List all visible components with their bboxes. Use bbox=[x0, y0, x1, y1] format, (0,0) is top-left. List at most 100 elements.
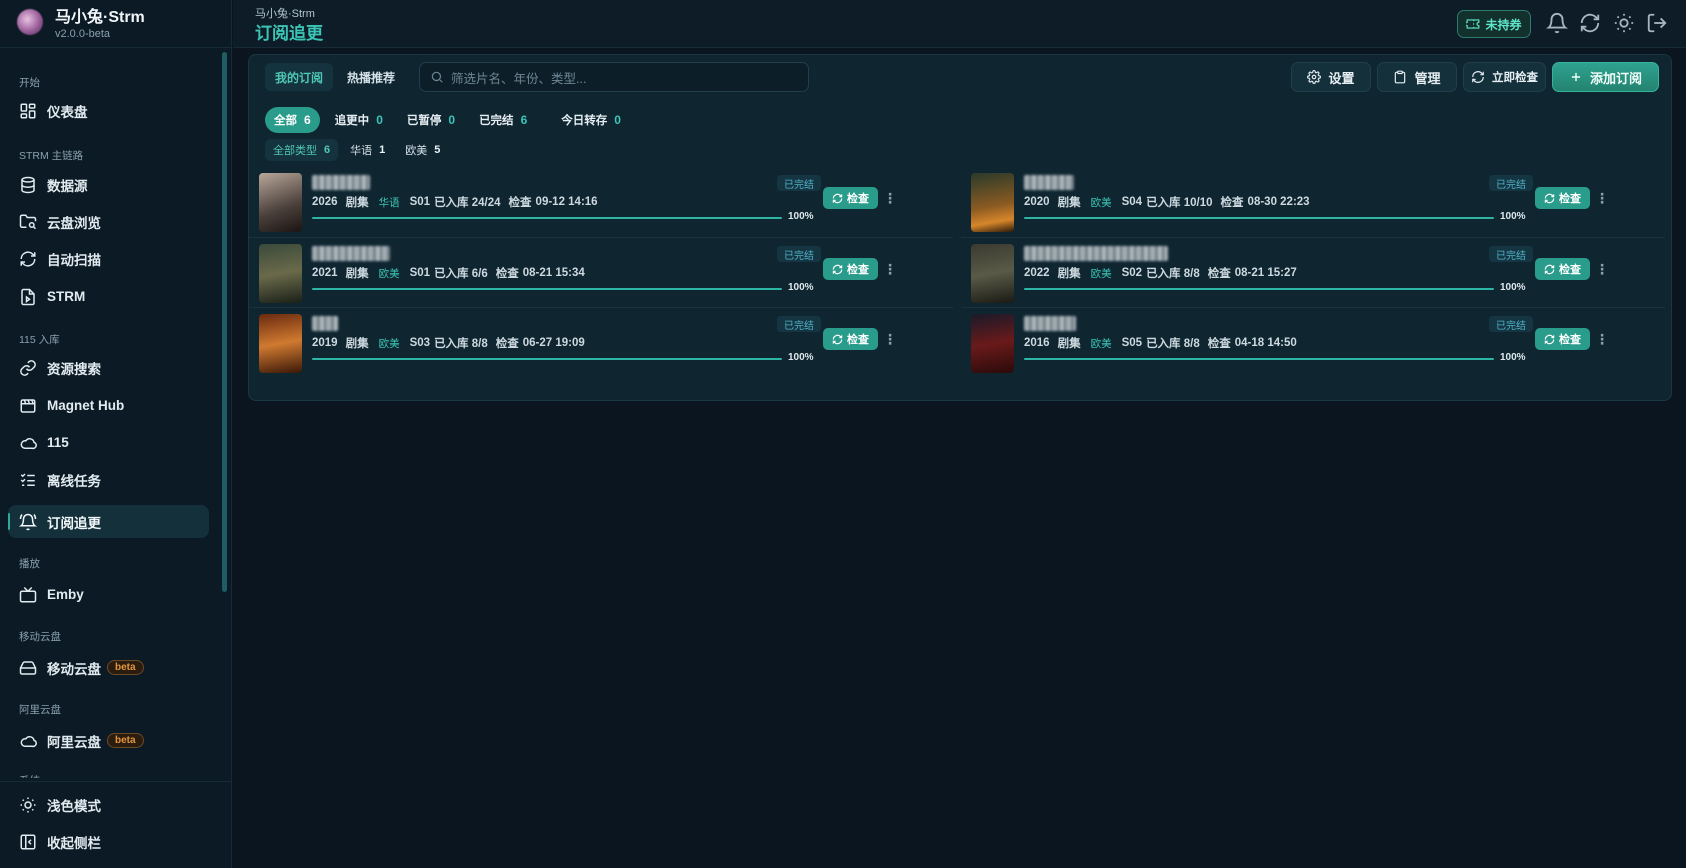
search-placeholder: 筛选片名、年份、类型... bbox=[451, 71, 587, 86]
sidebar-item-label: 仪表盘 bbox=[47, 104, 88, 120]
filter-label: 全部 bbox=[274, 115, 297, 127]
subscription-card[interactable]: 2016 剧集 欧美 S05 已入库 8/8 检查 04-18 14:50 已完结 100% 检查… bbox=[961, 307, 1665, 377]
ticket-icon bbox=[1466, 19, 1480, 29]
status-badge: 已完结 bbox=[777, 316, 821, 332]
sidebar-item-dashboard[interactable]: 仪表盘 bbox=[8, 94, 209, 127]
refresh-icon[interactable] bbox=[1579, 12, 1601, 34]
check-label: 检查 bbox=[1207, 268, 1231, 280]
type-filter-chinese[interactable]: 华语 1 bbox=[342, 139, 393, 161]
last-checked: 08-30 22:23 bbox=[1247, 196, 1310, 208]
type-filter-all[interactable]: 全部类型 6 bbox=[265, 139, 339, 161]
check-button[interactable]: 检查 bbox=[823, 187, 878, 209]
ticket-status-button[interactable]: 未持券 bbox=[1457, 10, 1531, 38]
settings-button[interactable]: 设置 bbox=[1291, 62, 1371, 92]
more-options-icon[interactable]: ⋮ bbox=[882, 328, 898, 350]
subscription-card[interactable]: 2020 剧集 欧美 S04 已入库 10/10 检查 08-30 22:23 已完结 100%… bbox=[961, 167, 1665, 237]
sidebar-item-emby[interactable]: Emby bbox=[8, 578, 209, 611]
tab-bar: 我的订阅 热播推荐 bbox=[265, 63, 405, 91]
top-bar: 马小兔·Strm 订阅追更 未持券 bbox=[233, 0, 1686, 48]
database-icon bbox=[21, 176, 35, 193]
year: 2022 bbox=[1024, 267, 1050, 279]
type-count: 5 bbox=[434, 144, 441, 156]
more-options-icon[interactable]: ⋮ bbox=[1594, 258, 1610, 280]
nav-section-label: 系统 bbox=[19, 773, 40, 778]
sidebar-item-label: Magnet Hub bbox=[47, 398, 125, 413]
check-button[interactable]: 检查 bbox=[1535, 187, 1590, 209]
app-version: v2.0.0-beta bbox=[55, 28, 111, 40]
type-filter-bar: 全部类型 6 华语 1 欧美 5 bbox=[265, 139, 448, 161]
nav-section-label: 移动云盘 bbox=[19, 631, 61, 643]
more-options-icon[interactable]: ⋮ bbox=[1594, 328, 1610, 350]
sun-icon bbox=[20, 797, 36, 812]
check-label: 检查 bbox=[495, 338, 519, 350]
app-logo bbox=[17, 9, 43, 35]
check-now-button[interactable]: 立即检查 bbox=[1463, 62, 1546, 92]
tab-trending[interactable]: 热播推荐 bbox=[337, 63, 405, 91]
type-count: 6 bbox=[324, 144, 331, 156]
filter-count: 6 bbox=[520, 113, 528, 127]
check-button[interactable]: 检查 bbox=[823, 258, 878, 280]
bell-icon[interactable] bbox=[1546, 12, 1568, 34]
progress-fill bbox=[312, 217, 782, 219]
clipboard-icon bbox=[1395, 70, 1406, 84]
sun-icon[interactable] bbox=[1613, 12, 1635, 34]
sidebar-item-115[interactable]: 115 bbox=[8, 426, 209, 459]
check-button[interactable]: 检查 bbox=[823, 328, 878, 350]
progress-fill bbox=[312, 288, 782, 290]
subscription-title-redacted bbox=[312, 175, 370, 190]
add-subscription-button[interactable]: 添加订阅 bbox=[1552, 62, 1659, 92]
search-icon bbox=[431, 71, 443, 83]
sidebar-item-auto-scan[interactable]: 自动扫描 bbox=[8, 242, 209, 275]
subscription-meta: 2021 剧集 欧美 S01 已入库 6/6 检查 08-21 15:34 bbox=[312, 265, 585, 281]
sidebar-item-strm[interactable]: STRM bbox=[8, 280, 209, 313]
type-filter-western[interactable]: 欧美 5 bbox=[397, 139, 448, 161]
collapse-sidebar-icon bbox=[20, 834, 36, 849]
sidebar-item-aliyun[interactable]: 阿里云盘 beta bbox=[8, 724, 209, 757]
manage-button[interactable]: 管理 bbox=[1377, 62, 1457, 92]
more-options-icon[interactable]: ⋮ bbox=[882, 258, 898, 280]
light-mode-toggle[interactable]: 浅色模式 bbox=[8, 788, 209, 821]
check-label: 检查 bbox=[1207, 338, 1231, 350]
filter-all[interactable]: 全部 6 bbox=[265, 107, 320, 133]
sidebar-scrollbar[interactable] bbox=[222, 52, 227, 592]
logout-icon[interactable] bbox=[1646, 12, 1668, 34]
region-tag: 欧美 bbox=[378, 267, 400, 280]
progress-percent: 100% bbox=[1500, 282, 1526, 293]
sidebar-item-datasource[interactable]: 数据源 bbox=[8, 168, 209, 201]
subscription-card[interactable]: 2021 剧集 欧美 S01 已入库 6/6 检查 08-21 15:34 已完结 100% 检查… bbox=[249, 237, 953, 307]
sidebar-item-offline-tasks[interactable]: 离线任务 bbox=[8, 463, 209, 496]
sidebar-item-subscriptions[interactable]: 订阅追更 bbox=[8, 505, 209, 538]
progress-track bbox=[1024, 358, 1494, 360]
subscription-card[interactable]: 2019 剧集 欧美 S03 已入库 8/8 检查 06-27 19:09 已完结 100% 检查… bbox=[249, 307, 953, 377]
sidebar-item-magnet-hub[interactable]: Magnet Hub bbox=[8, 389, 209, 422]
year: 2019 bbox=[312, 337, 338, 349]
sidebar-item-cloud-browse[interactable]: 云盘浏览 bbox=[8, 205, 209, 238]
subscription-card[interactable]: 2022 剧集 欧美 S02 已入库 8/8 检查 08-21 15:27 已完结 100% 检查… bbox=[961, 237, 1665, 307]
sidebar-item-label: 移动云盘 bbox=[47, 661, 101, 677]
library-progress: 已入库 8/8 bbox=[434, 338, 488, 350]
more-options-icon[interactable]: ⋮ bbox=[1594, 187, 1610, 209]
sidebar-nav: 开始 仪表盘 STRM 主链路 数据源 云盘浏览 自动扫描 STRM 115 入… bbox=[0, 58, 222, 778]
sidebar: 马小兔·Strm v2.0.0-beta 开始 仪表盘 STRM 主链路 数据源… bbox=[0, 0, 232, 868]
collapse-sidebar-button[interactable]: 收起侧栏 bbox=[8, 825, 209, 858]
more-options-icon[interactable]: ⋮ bbox=[882, 187, 898, 209]
progress-track bbox=[1024, 288, 1494, 290]
filter-saved-today[interactable]: 今日转存 0 bbox=[552, 107, 630, 133]
filter-completed[interactable]: 已完结 6 bbox=[470, 107, 536, 133]
filter-count: 0 bbox=[376, 113, 383, 127]
filter-paused[interactable]: 已暂停 0 bbox=[398, 107, 464, 133]
sidebar-item-mobile-cloud[interactable]: 移动云盘 beta bbox=[8, 651, 209, 684]
check-button[interactable]: 检查 bbox=[1535, 258, 1590, 280]
filter-tracking[interactable]: 追更中 0 bbox=[326, 107, 392, 133]
poster-image bbox=[259, 244, 302, 303]
library-progress: 已入库 8/8 bbox=[1146, 338, 1200, 350]
search-input[interactable]: 筛选片名、年份、类型... bbox=[419, 62, 809, 92]
tab-my-subscriptions[interactable]: 我的订阅 bbox=[265, 63, 334, 91]
sidebar-item-resource-search[interactable]: 资源搜索 bbox=[8, 351, 209, 384]
year: 2021 bbox=[312, 267, 338, 279]
check-button-label: 检查 bbox=[1559, 193, 1581, 205]
subscription-card[interactable]: 2026 剧集 华语 S01 已入库 24/24 检查 09-12 14:16 已完结 100%… bbox=[249, 167, 953, 237]
check-button[interactable]: 检查 bbox=[1535, 328, 1590, 350]
subscription-meta: 2020 剧集 欧美 S04 已入库 10/10 检查 08-30 22:23 bbox=[1024, 194, 1310, 210]
region-tag: 华语 bbox=[378, 196, 400, 209]
